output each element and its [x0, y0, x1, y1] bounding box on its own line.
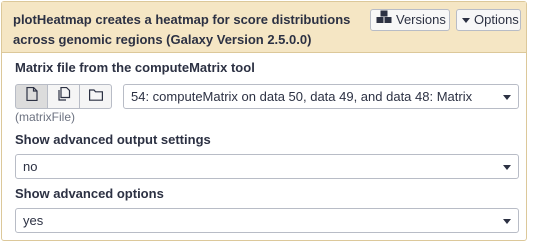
matrix-file-label: Matrix file from the computeMatrix tool — [15, 60, 255, 75]
caret-down-icon — [462, 17, 470, 23]
advanced-output-label: Show advanced output settings — [15, 132, 211, 147]
matrix-file-select[interactable]: 54: computeMatrix on data 50, data 49, a… — [123, 84, 519, 109]
files-icon — [57, 86, 71, 106]
advanced-output-value: no — [23, 159, 38, 174]
folder-icon — [88, 88, 103, 106]
advanced-options-value: yes — [23, 213, 44, 228]
file-icon — [25, 86, 38, 106]
advanced-options-select[interactable]: yes — [15, 208, 519, 233]
single-dataset-button[interactable] — [15, 84, 48, 109]
tool-form-header: plotHeatmap creates a heatmap for score … — [2, 2, 526, 53]
tool-title: plotHeatmap creates a heatmap for score … — [13, 12, 351, 47]
caret-down-icon — [503, 219, 511, 224]
versions-button[interactable]: Versions — [370, 9, 450, 31]
tool-form-panel: plotHeatmap creates a heatmap for score … — [1, 1, 527, 241]
caret-down-icon — [503, 165, 511, 170]
options-button[interactable]: Options — [456, 9, 521, 31]
versions-label: Versions — [396, 12, 446, 27]
dataset-source-switch — [15, 84, 112, 109]
multiple-datasets-button[interactable] — [47, 84, 80, 109]
caret-down-icon — [503, 95, 511, 100]
advanced-output-select[interactable]: no — [15, 154, 519, 179]
matrix-file-help: (matrixFile) — [15, 110, 75, 124]
matrix-file-value: 54: computeMatrix on data 50, data 49, a… — [131, 89, 473, 104]
advanced-options-label: Show advanced options — [15, 186, 164, 201]
cubes-icon — [376, 10, 392, 30]
collection-button[interactable] — [79, 84, 112, 109]
options-label: Options — [474, 12, 519, 27]
